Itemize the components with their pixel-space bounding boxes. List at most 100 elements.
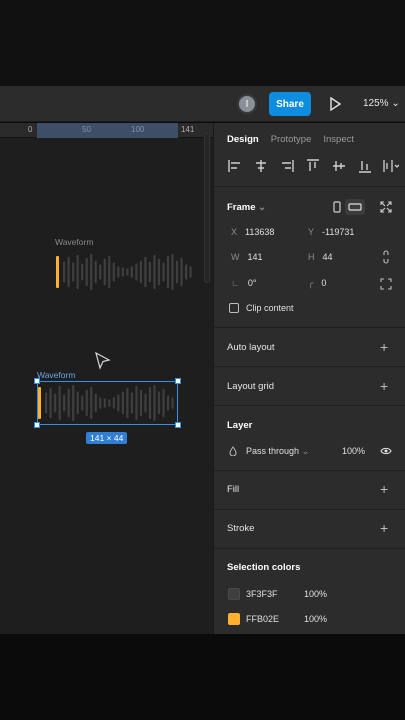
bottom-backdrop: [0, 634, 405, 720]
chevron-down-icon: ⌄: [258, 202, 267, 213]
waveform-bar: [135, 263, 138, 281]
y-field[interactable]: Y -119731: [308, 227, 354, 237]
waveform-bar: [162, 262, 165, 282]
resize-to-fit-icon[interactable]: [380, 201, 392, 213]
toolbar: [0, 86, 405, 122]
ruler-label-100: 100: [131, 125, 145, 134]
rotation-value: 0°: [247, 278, 257, 288]
waveform-bar: [94, 260, 97, 284]
layer-opacity-value[interactable]: 100%: [342, 446, 365, 456]
blend-mode-dropdown[interactable]: Pass through ⌄: [246, 446, 309, 457]
waveform-bar: [130, 266, 133, 278]
clip-content-checkbox[interactable]: [229, 303, 239, 313]
waveform-bar: [121, 267, 124, 277]
add-stroke-plus-icon[interactable]: +: [380, 521, 388, 535]
tab-design[interactable]: Design: [227, 134, 259, 145]
waveform-frame[interactable]: [55, 250, 197, 296]
clip-content-label: Clip content: [246, 303, 294, 313]
align-bottom-icon[interactable]: [357, 159, 373, 173]
divider: [214, 405, 405, 406]
resize-handle-bottom-left[interactable]: [34, 422, 40, 428]
height-field[interactable]: H 44: [308, 252, 333, 262]
ruler-label-0: 0: [28, 125, 33, 134]
waveform-bar: [126, 268, 129, 276]
divider: [214, 366, 405, 367]
waveform-bar: [184, 264, 188, 280]
selection-box[interactable]: [37, 381, 178, 425]
align-top-icon[interactable]: [305, 159, 321, 173]
top-backdrop: [0, 0, 405, 86]
landscape-orientation-icon: [348, 203, 362, 211]
portrait-orientation-icon[interactable]: [332, 201, 342, 213]
resize-handle-bottom-right[interactable]: [175, 422, 181, 428]
chevron-down-icon: ⌄: [301, 446, 310, 456]
user-avatar[interactable]: I: [237, 94, 257, 114]
waveform-bar: [72, 262, 75, 282]
selected-frame-label-waveform[interactable]: Waveform: [37, 370, 75, 380]
zoom-dropdown[interactable]: 125% ⌄: [363, 98, 400, 109]
selection-colors-title: Selection colors: [227, 562, 301, 573]
align-horizontal-center-icon[interactable]: [253, 159, 269, 173]
blend-mode-drop-icon: [229, 446, 237, 456]
fill-title: Fill: [227, 484, 240, 495]
h-value: 44: [322, 252, 333, 262]
x-label: X: [231, 227, 238, 237]
waveform-bar: [166, 255, 170, 289]
waveform-bar: [85, 257, 88, 287]
canvas[interactable]: 0 50 100 141 Waveform Waveform 141 × 44: [0, 123, 213, 634]
constrain-proportions-icon[interactable]: [382, 250, 390, 264]
properties-panel: Design Prototype Inspect Frame ⌄ X 113638…: [213, 123, 405, 634]
waveform-bar: [157, 258, 161, 286]
color-swatch-3f3f3f[interactable]: [228, 588, 240, 600]
corner-radius-field[interactable]: ╭ 0: [308, 278, 326, 289]
waveform-bar: [189, 266, 192, 278]
waveform-bar: [139, 260, 142, 284]
x-field[interactable]: X 113638: [231, 227, 274, 237]
visibility-eye-icon[interactable]: [380, 447, 392, 455]
x-value: 113638: [245, 227, 275, 237]
align-right-icon[interactable]: [279, 159, 295, 173]
waveform-bar: [112, 262, 115, 282]
frame-section-title[interactable]: Frame ⌄: [227, 202, 266, 213]
rotation-field[interactable]: ∟ 0°: [231, 278, 256, 288]
playhead-marker: [56, 256, 59, 288]
frame-label-waveform[interactable]: Waveform: [55, 237, 93, 247]
independent-corners-icon[interactable]: [380, 278, 392, 290]
ruler-selection-range: [37, 123, 178, 138]
waveform-bar: [144, 256, 147, 288]
waveform-bar: [63, 261, 66, 283]
color-hex-ffb02e[interactable]: FFB02E: [246, 614, 279, 624]
waveform-bar: [171, 253, 174, 291]
resize-handle-top-right[interactable]: [175, 378, 181, 384]
corner-radius-icon: ╭: [308, 278, 314, 288]
waveform-bar: [76, 254, 79, 290]
waveform-bar: [81, 263, 84, 281]
align-vertical-center-icon[interactable]: [331, 159, 347, 173]
vertical-scrollbar[interactable]: [204, 133, 210, 283]
add-fill-plus-icon[interactable]: +: [380, 482, 388, 496]
color-opacity-3f3f3f[interactable]: 100%: [304, 589, 327, 599]
color-swatch-ffb02e[interactable]: [228, 613, 240, 625]
width-field[interactable]: W 141: [231, 252, 263, 262]
auto-layout-title: Auto layout: [227, 342, 275, 353]
alignment-toolbar: [227, 159, 399, 173]
y-value: -119731: [322, 227, 355, 237]
add-layout-grid-plus-icon[interactable]: +: [380, 379, 388, 393]
tab-prototype[interactable]: Prototype: [271, 134, 312, 145]
share-button[interactable]: Share: [269, 92, 311, 116]
align-left-icon[interactable]: [227, 159, 243, 173]
resize-handle-top-left[interactable]: [34, 378, 40, 384]
distribute-spacing-icon[interactable]: [383, 159, 399, 173]
ruler-label-141: 141: [181, 125, 195, 134]
color-hex-3f3f3f[interactable]: 3F3F3F: [246, 589, 278, 599]
color-opacity-ffb02e[interactable]: 100%: [304, 614, 327, 624]
present-play-icon[interactable]: [327, 96, 343, 112]
tab-inspect[interactable]: Inspect: [323, 134, 354, 145]
stroke-title: Stroke: [227, 523, 255, 534]
panel-tabs: Design Prototype Inspect: [227, 134, 354, 145]
divider: [214, 327, 405, 328]
add-auto-layout-plus-icon[interactable]: +: [380, 340, 388, 354]
blend-mode-value: Pass through: [246, 446, 300, 456]
rotation-icon: ∟: [231, 278, 240, 288]
w-label: W: [231, 252, 240, 262]
